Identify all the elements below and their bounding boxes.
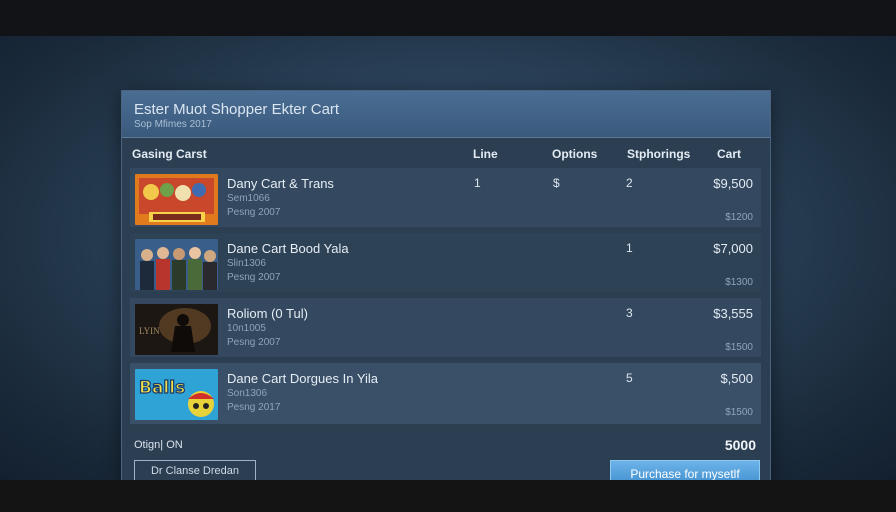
item-release: Pesng 2017 <box>227 402 281 413</box>
comic-cover-thumbnail[interactable] <box>135 174 218 225</box>
item-subprice: $1300 <box>725 277 753 288</box>
item-shipping: 3 <box>626 306 633 320</box>
item-name[interactable]: Dane Cart Bood Yala <box>227 241 349 256</box>
column-header-line[interactable]: Line <box>473 147 498 161</box>
item-code: Sem1066 <box>227 193 270 204</box>
top-letterbox-bar <box>0 0 896 36</box>
column-header-options[interactable]: Options <box>552 147 597 161</box>
total-value: 5000 <box>724 437 756 453</box>
cart-item-row[interactable]: Dany Cart & Trans Sem1066 Pesng 2007 1 $… <box>130 168 761 228</box>
item-subprice: $1500 <box>725 342 753 353</box>
item-subprice: $1500 <box>725 407 753 418</box>
item-name[interactable]: Dane Cart Dorgues In Yila <box>227 371 378 386</box>
item-price: $7,000 <box>713 241 753 256</box>
item-name[interactable]: Roliom (0 Tul) <box>227 306 308 321</box>
cart-item-row[interactable]: LYIN Roliom (0 Tul) 10n1005 Pesng 2007 3… <box>130 298 761 358</box>
item-price: $3,555 <box>713 306 753 321</box>
group-portrait-thumbnail[interactable] <box>135 239 218 290</box>
item-subprice: $1200 <box>725 212 753 223</box>
cart-item-row[interactable]: Dane Cart Bood Yala Slin1306 Pesng 2007 … <box>130 233 761 293</box>
item-shipping: 5 <box>626 371 633 385</box>
item-line: 1 <box>474 176 481 190</box>
item-release: Pesng 2007 <box>227 272 281 283</box>
desktop-background: Ester Muot Shopper Ekter Cart Sop Mfimes… <box>0 36 896 500</box>
window-subtitle: Sop Mfimes 2017 <box>134 119 212 130</box>
svg-text:Balls: Balls <box>139 378 185 398</box>
svg-text:LYIN: LYIN <box>139 326 160 336</box>
cart-item-row[interactable]: Balls Dane Cart Dorgues In Yila Son1306 … <box>130 363 761 425</box>
column-header-shipping[interactable]: Stphorings <box>627 147 690 161</box>
item-shipping: 2 <box>626 176 633 190</box>
item-code: Slin1306 <box>227 258 266 269</box>
secondary-button[interactable]: Dr Clanse Dredan <box>134 460 256 482</box>
item-release: Pesng 2007 <box>227 207 281 218</box>
bottom-letterbox-bar <box>0 480 896 512</box>
item-name[interactable]: Dany Cart & Trans <box>227 176 334 191</box>
column-header-name[interactable]: Gasing Carst <box>132 147 207 161</box>
dark-figure-thumbnail[interactable]: LYIN <box>135 304 218 355</box>
total-label: Otign| ON <box>134 439 183 451</box>
item-release: Pesng 2007 <box>227 337 281 348</box>
item-shipping: 1 <box>626 241 633 255</box>
item-price: $9,500 <box>713 176 753 191</box>
item-price: $,500 <box>720 371 753 386</box>
shopping-cart-window: Ester Muot Shopper Ekter Cart Sop Mfimes… <box>121 90 771 500</box>
window-header: Ester Muot Shopper Ekter Cart Sop Mfimes… <box>122 91 770 138</box>
item-options[interactable]: $ <box>553 176 560 190</box>
item-code: Son1306 <box>227 388 268 399</box>
balls-cartoon-thumbnail[interactable]: Balls <box>135 369 218 420</box>
column-header-cart[interactable]: Cart <box>717 147 741 161</box>
item-code: 10n1005 <box>227 323 266 334</box>
window-title: Ester Muot Shopper Ekter Cart <box>134 101 340 118</box>
